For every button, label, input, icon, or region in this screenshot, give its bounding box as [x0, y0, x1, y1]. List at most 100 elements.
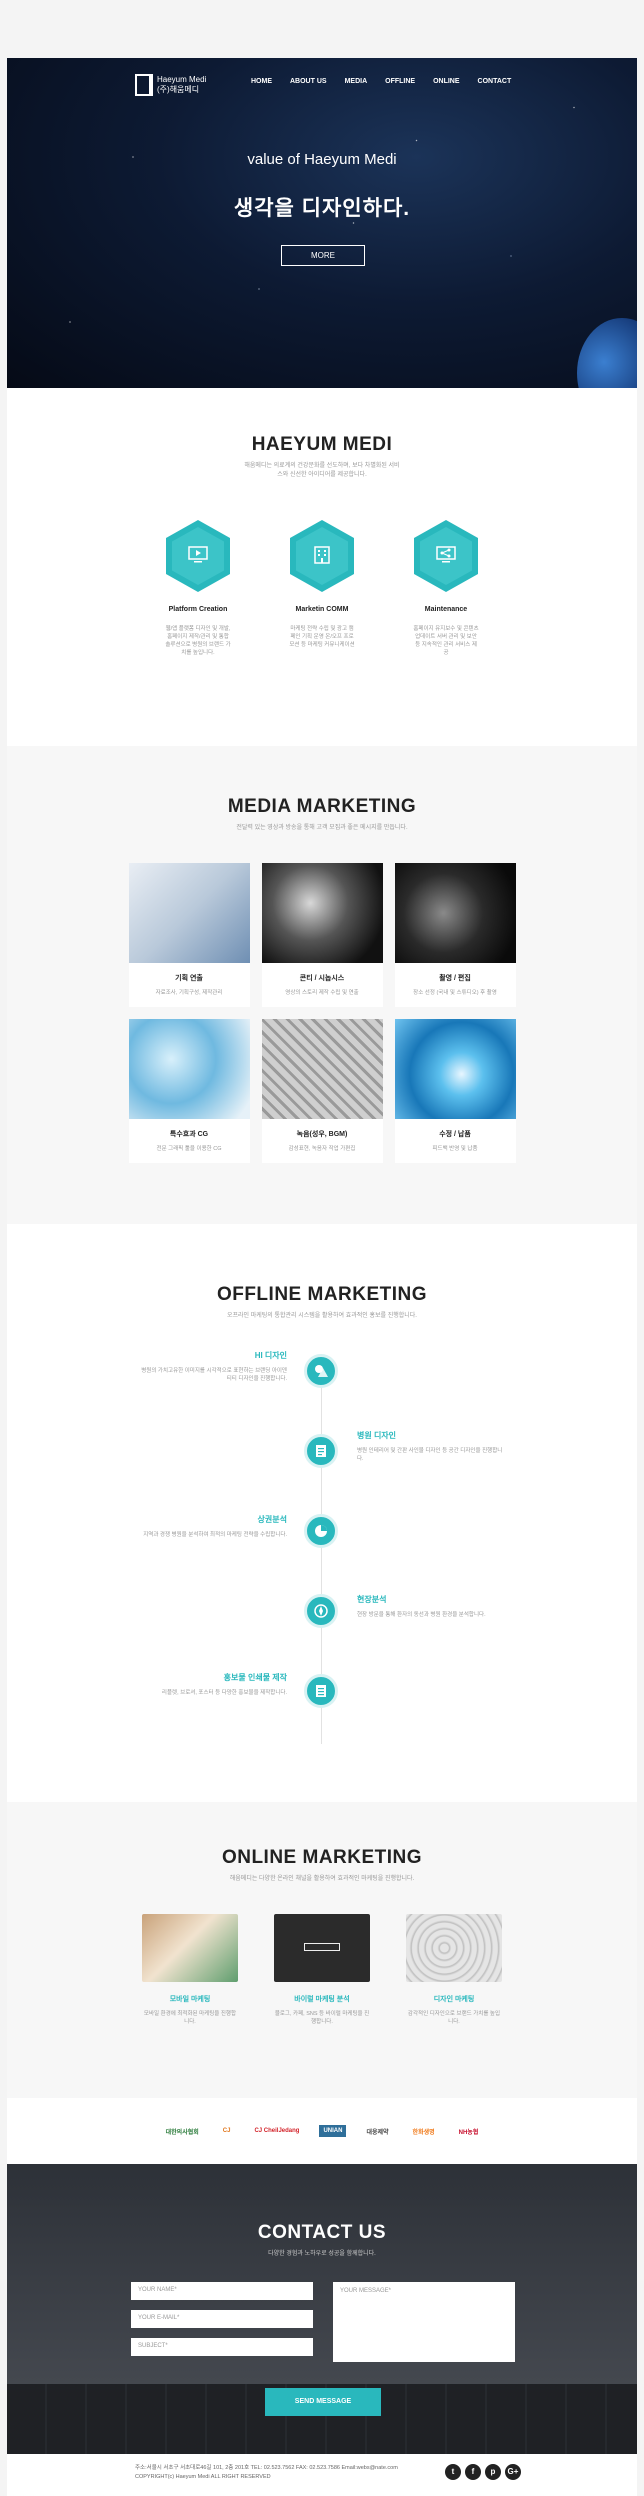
logo-name-kr: (주)해움메디 [157, 85, 200, 94]
timeline-desc: 병원 인테리어 및 간판 사인물 디자인 등 공간 디자인을 진행합니다. [357, 1448, 503, 1462]
logo[interactable]: Haeyum Medi (주)해움메디 [135, 74, 206, 96]
online-item-title: 디자인 마케팅 [433, 1996, 475, 2003]
document-icon [316, 1445, 326, 1457]
online-item: 모바일 마케팅 모바일 환경에 최적화된 마케팅을 진행합니다. [142, 1914, 238, 2026]
timeline-title: 상권분석 [257, 1515, 287, 1524]
media-section: MEDIA MARKETING 전달력 있는 영상과 방송을 통해 고객 모집과… [7, 746, 637, 1224]
service-title: Marketin COMM [295, 606, 349, 613]
pie-chart-icon [315, 1525, 327, 1537]
name-input[interactable]: YOUR NAME* [131, 2282, 313, 2300]
pinterest-icon[interactable]: p [485, 2464, 501, 2480]
message-textarea[interactable]: YOUR MESSAGE* [333, 2282, 515, 2362]
footer-info: 주소:서울시 서초구 서초대로46길 101, 2층 201호 TEL: 02.… [135, 2464, 398, 2482]
media-title: MEDIA MARKETING [227, 796, 417, 817]
card-image [128, 863, 250, 963]
media-card[interactable]: 녹음(성우, BGM) 감성표현, 녹음자 작업 가편집 [261, 1019, 383, 1163]
footer-address: 주소:서울시 서초구 서초대로46길 101, 2층 201호 TEL: 02.… [135, 2465, 398, 2471]
timeline-title: 병원 디자인 [357, 1431, 397, 1440]
monitor-play-icon [188, 546, 208, 563]
more-button[interactable]: MORE [281, 245, 365, 266]
menu-contact[interactable]: CONTACT [478, 78, 512, 85]
twitter-icon[interactable]: t [445, 2464, 461, 2480]
shapes-icon [315, 1365, 328, 1377]
online-item-title: 바이럴 마케팅 분석 [294, 1996, 350, 2003]
main-menu: HOME ABOUT US MEDIA OFFLINE ONLINE CONTA… [251, 78, 511, 85]
hexagon-badge [414, 520, 478, 592]
logo-icon [135, 74, 153, 96]
online-item: 디자인 마케팅 감각적인 디자인으로 브랜드 가치를 높입니다. [406, 1914, 502, 2026]
media-card[interactable]: 촬영 / 편집 장소 선정 (국내 및 스튜디오) 후 촬영 [394, 863, 516, 1007]
timeline-item: HI 디자인 병원의 가치고유한 이미지를 시각적으로 표현하는 브랜딩 아이덴… [137, 1350, 287, 1383]
partner-logo: NH농협 [458, 2129, 479, 2136]
contact-title: CONTACT US [257, 2222, 387, 2243]
google-plus-icon[interactable]: G+ [505, 2464, 521, 2480]
partners-section: 대한의사협회 CJ CJ CheilJedang UNIAN 대웅제약 한화생명… [7, 2098, 637, 2164]
partner-logo: 한화생명 [412, 2129, 435, 2136]
menu-home[interactable]: HOME [251, 78, 272, 85]
hero-subtitle: value of Haeyum Medi [247, 151, 397, 168]
online-item-title: 모바일 마케팅 [169, 1996, 211, 2003]
facebook-icon[interactable]: f [465, 2464, 481, 2480]
card-title: 촬영 / 편집 [439, 975, 471, 982]
online-image [274, 1914, 370, 1982]
card-image [261, 863, 383, 963]
logo-name: Haeyum Medi [157, 75, 207, 84]
timeline-desc: 지역과 경쟁 병원을 분석하여 최적의 마케팅 전략을 수립합니다. [143, 1532, 287, 1538]
partner-logo: CJ [222, 2128, 231, 2134]
service-item: Platform Creation 웹/앱 플랫폼 디자인 및 개발, 홈페이지… [165, 520, 231, 657]
card-desc: 장소 선정 (국내 및 스튜디오) 후 촬영 [413, 990, 497, 996]
timeline-item: 현장분석 현장 방문을 통해 환자의 동선과 병원 환경을 분석합니다. [357, 1594, 507, 1619]
card-desc: 피드백 반영 및 납품 [432, 1146, 478, 1152]
menu-media[interactable]: MEDIA [345, 78, 368, 85]
card-desc: 영상의 스토리 제작 수립 및 연출 [285, 990, 359, 996]
book-icon [316, 1685, 326, 1697]
service-title: Platform Creation [168, 606, 228, 613]
star-background [7, 58, 637, 388]
timeline-dot [304, 1354, 338, 1388]
contact-desc: 다양한 경험과 노하우로 성공을 함께합니다. [268, 2251, 376, 2257]
email-input[interactable]: YOUR E-MAIL* [131, 2310, 313, 2328]
media-card[interactable]: 콘티 / 시놉시스 영상의 스토리 제작 수립 및 연출 [261, 863, 383, 1007]
timeline-item: 홍보물 인쇄물 제작 리플렛, 브로셔, 포스터 등 다양한 홍보물을 제작합니… [137, 1672, 287, 1697]
online-item-desc: 블로그, 카페, SNS 등 바이럴 마케팅을 진행합니다. [274, 2011, 370, 2025]
card-image [261, 1019, 383, 1119]
menu-offline[interactable]: OFFLINE [385, 78, 415, 85]
online-section: ONLINE MARKETING 해움메디는 다양한 온라인 채널을 활용하여 … [7, 1802, 637, 2098]
online-item-desc: 모바일 환경에 최적화된 마케팅을 진행합니다. [143, 2011, 237, 2025]
timeline-title: HI 디자인 [254, 1351, 287, 1360]
offline-section: OFFLINE MARKETING 오프라인 마케팅의 통합관리 시스템을 활용… [7, 1224, 637, 1802]
compass-icon [314, 1604, 328, 1618]
card-title: 녹음(성우, BGM) [296, 1131, 348, 1138]
timeline-item: 병원 디자인 병원 인테리어 및 간판 사인물 디자인 등 공간 디자인을 진행… [357, 1430, 507, 1463]
hexagon-badge [166, 520, 230, 592]
partner-logo: UNIAN [319, 2125, 347, 2137]
menu-about[interactable]: ABOUT US [290, 78, 327, 85]
timeline-title: 홍보물 인쇄물 제작 [223, 1673, 287, 1682]
building-icon [314, 546, 330, 564]
contact-floor: SEND MESSAGE [7, 2384, 637, 2454]
service-desc: 마케팅 전략 수립 및 광고 캠페인 기획 운영 온/오프 프로모션 등 마케팅… [289, 626, 355, 648]
partner-logo: CJ CheilJedang [254, 2128, 300, 2134]
service-desc: 웹/앱 플랫폼 디자인 및 개발, 홈페이지 제작/관리 및 통합 솔루션으로 … [165, 626, 231, 656]
share-icon [436, 546, 456, 563]
send-message-button[interactable]: SEND MESSAGE [265, 2388, 381, 2416]
media-card[interactable]: 특수효과 CG 전문 그래픽 툴을 이용한 CG [128, 1019, 250, 1163]
media-card[interactable]: 기획 연출 자료조사, 기획구성, 제작관리 [128, 863, 250, 1007]
card-title: 특수효과 CG [169, 1131, 209, 1138]
footer: 주소:서울시 서초구 서초대로46길 101, 2층 201호 TEL: 02.… [7, 2454, 637, 2496]
subject-input[interactable]: SUBJECT* [131, 2338, 313, 2356]
card-image [394, 1019, 516, 1119]
card-image [128, 1019, 250, 1119]
timeline-dot [304, 1434, 338, 1468]
online-list: 모바일 마케팅 모바일 환경에 최적화된 마케팅을 진행합니다. 바이럴 마케팅… [7, 1914, 637, 2026]
services-list: Platform Creation 웹/앱 플랫폼 디자인 및 개발, 홈페이지… [7, 520, 637, 657]
timeline-dot [304, 1674, 338, 1708]
hero-section: Haeyum Medi (주)해움메디 HOME ABOUT US MEDIA … [7, 58, 637, 388]
timeline-title: 현장분석 [357, 1595, 387, 1604]
laptop-slot-icon [304, 1943, 340, 1951]
media-card[interactable]: 수정 / 납품 피드백 반영 및 납품 [394, 1019, 516, 1163]
card-title: 수정 / 납품 [439, 1131, 471, 1138]
menu-online[interactable]: ONLINE [433, 78, 459, 85]
timeline-desc: 리플렛, 브로셔, 포스터 등 다양한 홍보물을 제작합니다. [161, 1690, 287, 1696]
card-desc: 전문 그래픽 툴을 이용한 CG [156, 1146, 222, 1152]
